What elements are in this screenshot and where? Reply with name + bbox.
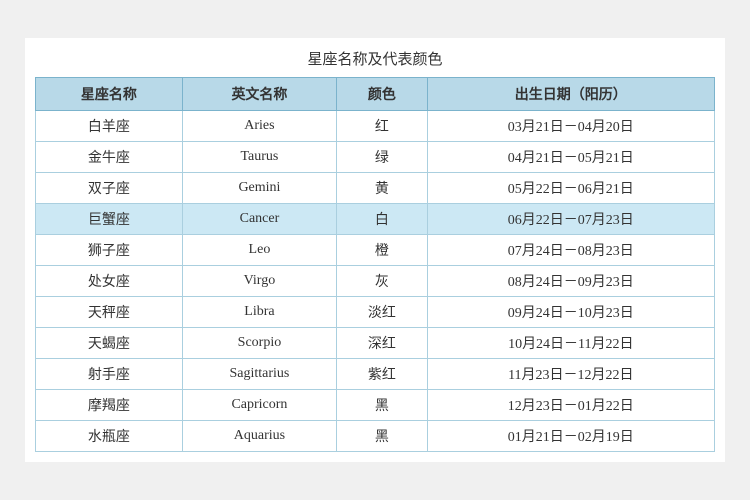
page-title: 星座名称及代表颜色 xyxy=(35,48,715,69)
cell-chinese: 白羊座 xyxy=(36,111,183,142)
cell-dates: 12月23日－01月22日 xyxy=(427,390,714,421)
cell-chinese: 双子座 xyxy=(36,173,183,204)
cell-color: 黄 xyxy=(337,173,427,204)
cell-chinese: 天秤座 xyxy=(36,297,183,328)
cell-color: 淡红 xyxy=(337,297,427,328)
cell-english: Virgo xyxy=(182,266,337,297)
cell-chinese: 射手座 xyxy=(36,359,183,390)
col-header-chinese: 星座名称 xyxy=(36,78,183,111)
cell-dates: 09月24日－10月23日 xyxy=(427,297,714,328)
cell-color: 橙 xyxy=(337,235,427,266)
table-row: 巨蟹座Cancer白06月22日－07月23日 xyxy=(36,204,715,235)
col-header-dates: 出生日期（阳历） xyxy=(427,78,714,111)
zodiac-table: 星座名称 英文名称 颜色 出生日期（阳历） 白羊座Aries红03月21日－04… xyxy=(35,77,715,452)
cell-english: Capricorn xyxy=(182,390,337,421)
table-row: 天蝎座Scorpio深红10月24日－11月22日 xyxy=(36,328,715,359)
cell-english: Sagittarius xyxy=(182,359,337,390)
main-container: 星座名称及代表颜色 星座名称 英文名称 颜色 出生日期（阳历） 白羊座Aries… xyxy=(25,38,725,462)
cell-dates: 05月22日－06月21日 xyxy=(427,173,714,204)
cell-english: Gemini xyxy=(182,173,337,204)
cell-english: Leo xyxy=(182,235,337,266)
cell-color: 黑 xyxy=(337,421,427,452)
table-row: 金牛座Taurus绿04月21日－05月21日 xyxy=(36,142,715,173)
cell-chinese: 水瓶座 xyxy=(36,421,183,452)
cell-english: Aquarius xyxy=(182,421,337,452)
cell-dates: 04月21日－05月21日 xyxy=(427,142,714,173)
table-row: 狮子座Leo橙07月24日－08月23日 xyxy=(36,235,715,266)
table-header-row: 星座名称 英文名称 颜色 出生日期（阳历） xyxy=(36,78,715,111)
table-row: 双子座Gemini黄05月22日－06月21日 xyxy=(36,173,715,204)
cell-english: Libra xyxy=(182,297,337,328)
cell-color: 深红 xyxy=(337,328,427,359)
cell-color: 红 xyxy=(337,111,427,142)
table-row: 天秤座Libra淡红09月24日－10月23日 xyxy=(36,297,715,328)
cell-color: 白 xyxy=(337,204,427,235)
col-header-color: 颜色 xyxy=(337,78,427,111)
cell-dates: 03月21日－04月20日 xyxy=(427,111,714,142)
cell-color: 黑 xyxy=(337,390,427,421)
cell-english: Cancer xyxy=(182,204,337,235)
cell-dates: 10月24日－11月22日 xyxy=(427,328,714,359)
cell-chinese: 巨蟹座 xyxy=(36,204,183,235)
cell-chinese: 处女座 xyxy=(36,266,183,297)
table-row: 水瓶座Aquarius黑01月21日－02月19日 xyxy=(36,421,715,452)
cell-chinese: 金牛座 xyxy=(36,142,183,173)
cell-chinese: 天蝎座 xyxy=(36,328,183,359)
col-header-english: 英文名称 xyxy=(182,78,337,111)
table-row: 处女座Virgo灰08月24日－09月23日 xyxy=(36,266,715,297)
table-row: 摩羯座Capricorn黑12月23日－01月22日 xyxy=(36,390,715,421)
cell-color: 灰 xyxy=(337,266,427,297)
table-row: 白羊座Aries红03月21日－04月20日 xyxy=(36,111,715,142)
cell-english: Taurus xyxy=(182,142,337,173)
cell-dates: 08月24日－09月23日 xyxy=(427,266,714,297)
cell-chinese: 摩羯座 xyxy=(36,390,183,421)
cell-color: 紫红 xyxy=(337,359,427,390)
cell-dates: 01月21日－02月19日 xyxy=(427,421,714,452)
cell-color: 绿 xyxy=(337,142,427,173)
cell-dates: 07月24日－08月23日 xyxy=(427,235,714,266)
cell-english: Scorpio xyxy=(182,328,337,359)
cell-dates: 06月22日－07月23日 xyxy=(427,204,714,235)
cell-chinese: 狮子座 xyxy=(36,235,183,266)
cell-dates: 11月23日－12月22日 xyxy=(427,359,714,390)
cell-english: Aries xyxy=(182,111,337,142)
table-row: 射手座Sagittarius紫红11月23日－12月22日 xyxy=(36,359,715,390)
